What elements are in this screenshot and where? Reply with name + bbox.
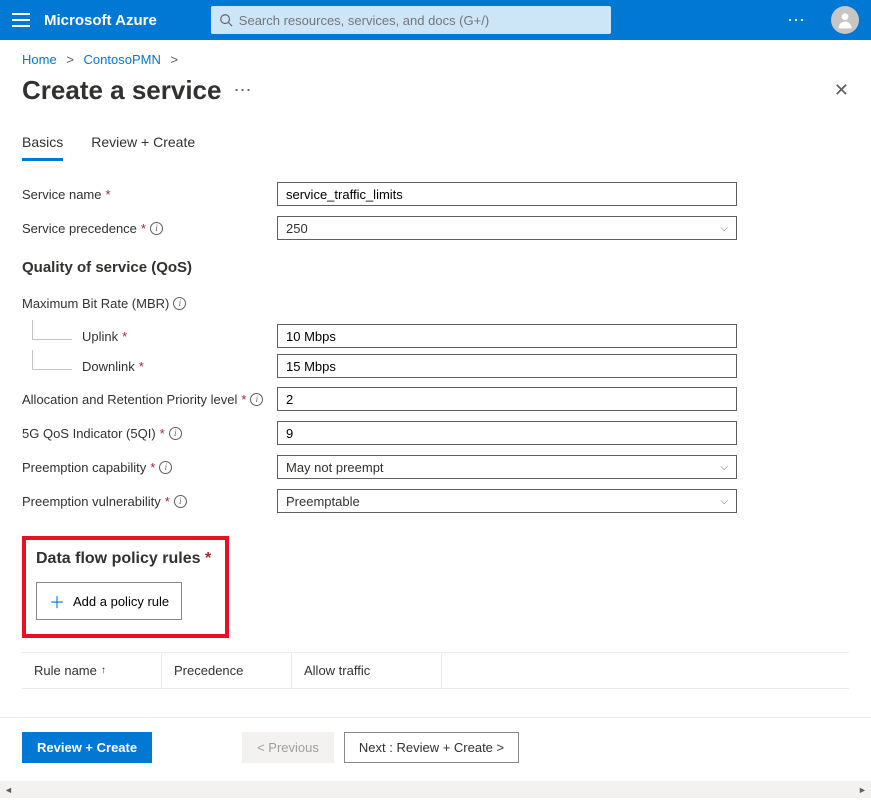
required-indicator: * [241,392,246,407]
label-arp: Allocation and Retention Priority level [22,392,237,407]
required-indicator: * [205,550,211,567]
person-icon [835,10,855,30]
policy-table-header: Rule name ↑ Precedence Allow traffic [22,652,849,689]
chevron-down-icon: ⌵ [720,223,728,234]
add-policy-label: Add a policy rule [73,594,169,609]
top-nav-bar: Microsoft Azure ⋯ [0,0,871,40]
label-uplink: Uplink [82,329,118,344]
close-icon[interactable]: ✕ [834,80,849,101]
required-indicator: * [139,359,144,374]
tree-connector [32,350,72,370]
page-title: Create a service [22,75,221,106]
info-icon[interactable]: i [174,495,187,508]
preempt-cap-select[interactable]: May not preempt ⌵ [277,455,737,479]
tab-review-create[interactable]: Review + Create [91,134,195,161]
info-icon[interactable]: i [173,297,186,310]
required-indicator: * [122,329,127,344]
uplink-input[interactable] [277,324,737,348]
chevron-right-icon: > [66,52,74,67]
sort-ascending-icon: ↑ [101,665,106,676]
scroll-right-arrow-icon[interactable]: ► [854,781,871,798]
required-indicator: * [150,460,155,475]
col-precedence[interactable]: Precedence [162,653,292,688]
info-icon[interactable]: i [250,393,263,406]
preempt-vuln-select[interactable]: Preemptable ⌵ [277,489,737,513]
plus-icon: ＋ [49,589,65,613]
policy-rules-highlight: Data flow policy rules * ＋ Add a policy … [22,536,229,638]
preempt-vuln-value: Preemptable [286,494,360,509]
qos5qi-input[interactable] [277,421,737,445]
required-indicator: * [141,221,146,236]
qos-heading: Quality of service (QoS) [22,259,849,276]
col-rule-name[interactable]: Rule name ↑ [22,653,162,688]
arp-input[interactable] [277,387,737,411]
scroll-track[interactable] [17,781,854,798]
wizard-footer: Review + Create < Previous Next : Review… [0,718,871,781]
search-input[interactable] [239,13,603,28]
service-precedence-select[interactable]: 250 ⌵ [277,216,737,240]
policy-rules-heading: Data flow policy rules * [36,550,211,568]
tree-connector [32,320,72,340]
required-indicator: * [165,494,170,509]
service-name-input[interactable] [277,182,737,206]
breadcrumb-home[interactable]: Home [22,52,57,67]
preempt-cap-value: May not preempt [286,460,384,475]
info-icon[interactable]: i [169,427,182,440]
required-indicator: * [105,187,110,202]
add-policy-rule-button[interactable]: ＋ Add a policy rule [36,582,182,620]
tab-basics[interactable]: Basics [22,134,63,161]
info-icon[interactable]: i [159,461,172,474]
required-indicator: * [160,426,165,441]
service-precedence-value: 250 [286,221,308,236]
scroll-left-arrow-icon[interactable]: ◄ [0,781,17,798]
breadcrumb: Home > ContosoPMN > [22,52,849,67]
user-avatar[interactable] [831,6,859,34]
label-service-precedence: Service precedence [22,221,137,236]
label-service-name: Service name [22,187,101,202]
hamburger-menu-icon[interactable] [12,13,30,27]
next-button[interactable]: Next : Review + Create > [344,732,519,763]
more-actions-icon[interactable]: ⋯ [787,10,807,31]
info-icon[interactable]: i [150,222,163,235]
global-search[interactable] [211,6,611,34]
chevron-down-icon: ⌵ [720,496,728,507]
col-allow-traffic[interactable]: Allow traffic [292,653,442,688]
review-create-button[interactable]: Review + Create [22,732,152,763]
label-preempt-cap: Preemption capability [22,460,146,475]
label-5qi: 5G QoS Indicator (5QI) [22,426,156,441]
page-more-icon[interactable]: ⋯ [233,80,251,101]
downlink-input[interactable] [277,354,737,378]
label-downlink: Downlink [82,359,135,374]
previous-button: < Previous [242,732,334,763]
horizontal-scrollbar[interactable]: ◄ ► [0,781,871,798]
label-mbr: Maximum Bit Rate (MBR) [22,296,169,311]
brand-label: Microsoft Azure [44,12,157,29]
chevron-down-icon: ⌵ [720,462,728,473]
search-icon [219,13,233,27]
tabs: Basics Review + Create [22,134,849,161]
label-preempt-vuln: Preemption vulnerability [22,494,161,509]
breadcrumb-contosopmn[interactable]: ContosoPMN [84,52,161,67]
chevron-right-icon: > [170,52,178,67]
